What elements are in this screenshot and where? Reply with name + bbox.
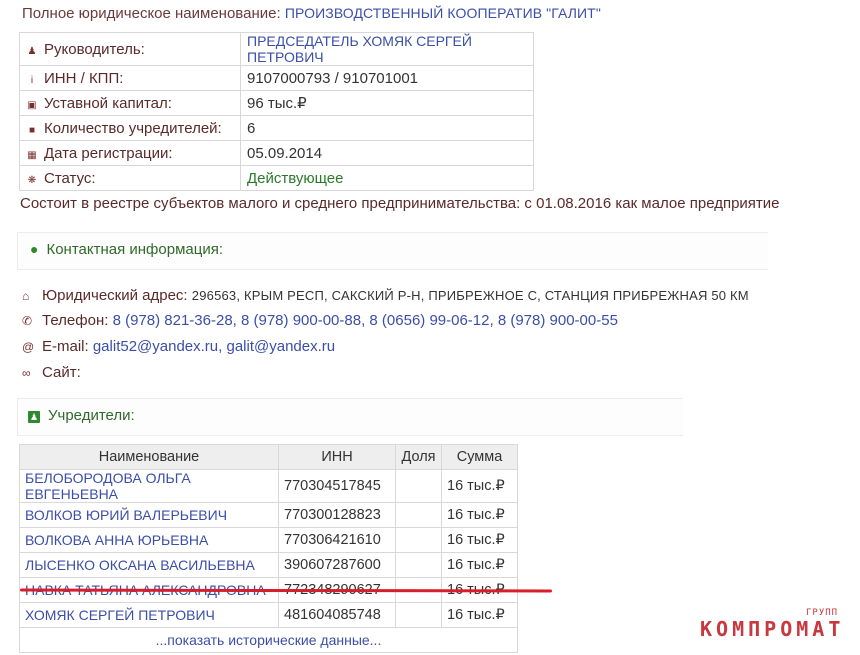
info-label: Уставной капитал: bbox=[44, 94, 172, 112]
founders-icon: ■ bbox=[28, 124, 36, 136]
map-marker-icon: ● bbox=[30, 241, 39, 257]
phone-line: ✆ Телефон: 8 (978) 821-36-28, 8 (978) 900… bbox=[22, 312, 618, 329]
home-icon: ⌂ bbox=[22, 289, 30, 303]
phone-numbers[interactable]: 8 (978) 821-36-28, 8 (978) 900-00-88, 8 … bbox=[113, 312, 618, 329]
founders-title: Учредители: bbox=[48, 407, 135, 424]
contact-info-panel: ● Контактная информация: bbox=[17, 232, 768, 270]
info-row-registration-date: ▦ Дата регистрации: 05.09.2014 bbox=[19, 140, 534, 166]
column-header-sum: Сумма bbox=[441, 444, 518, 470]
founder-share bbox=[395, 602, 442, 628]
website-label: Сайт: bbox=[42, 364, 81, 381]
status-icon: ❋ bbox=[27, 174, 37, 186]
info-icon: i bbox=[30, 74, 34, 86]
full-name-line: Полное юридическое наименование: ПРОИЗВО… bbox=[22, 5, 601, 22]
table-row: ЛЫСЕНКО ОКСАНА ВАСИЛЬЕВНА 390607287600 1… bbox=[19, 552, 518, 578]
full-name-label: Полное юридическое наименование: bbox=[22, 5, 281, 22]
founder-share bbox=[395, 469, 442, 503]
founder-sum: 16 тыс.₽ bbox=[441, 552, 518, 578]
phone-label: Телефон: bbox=[42, 312, 109, 329]
info-row-status: ❋ Статус: Действующее bbox=[19, 165, 534, 191]
website-line: ∞ Сайт: bbox=[22, 364, 81, 381]
info-row-director: ♟ Руководитель: ПРЕДСЕДАТЕЛЬ ХОМЯК СЕРГЕЙ… bbox=[19, 32, 534, 66]
founder-inn: 481604085748 bbox=[278, 602, 396, 628]
founder-name-link[interactable]: ВОЛКОВА АННА ЮРЬЕВНА bbox=[19, 527, 279, 553]
full-name-value: ПРОИЗВОДСТВЕННЫЙ КООПЕРАТИВ "ГАЛИТ" bbox=[284, 5, 601, 21]
founder-inn: 390607287600 bbox=[278, 552, 396, 578]
info-label: Руководитель: bbox=[44, 40, 145, 58]
founder-inn: 770304517845 bbox=[278, 469, 396, 503]
table-row: ВОЛКОВ ЮРИЙ ВАЛЕРЬЕВИЧ 770300128823 16 т… bbox=[19, 502, 518, 528]
contact-info-title: Контактная информация: bbox=[46, 241, 223, 258]
founder-inn: 770300128823 bbox=[278, 502, 396, 528]
address-label: Юридический адрес: bbox=[42, 287, 188, 304]
founder-inn: 770306421610 bbox=[278, 527, 396, 553]
founder-sum: 16 тыс.₽ bbox=[441, 502, 518, 528]
at-icon: @ bbox=[22, 340, 35, 354]
info-row-inn: i ИНН / КПП: 9107000793 / 910701001 bbox=[19, 65, 534, 91]
email-label: E-mail: bbox=[42, 338, 89, 355]
info-row-founders-count: ■ Количество учредителей: 6 bbox=[19, 115, 534, 141]
founder-name-link[interactable]: ВОЛКОВ ЮРИЙ ВАЛЕРЬЕВИЧ bbox=[19, 502, 279, 528]
founders-panel: ♟ Учредители: bbox=[17, 398, 683, 436]
founder-share bbox=[395, 552, 442, 578]
sme-registry-note: Состоит в реестре субъектов малого и сре… bbox=[20, 195, 780, 212]
info-label: Количество учредителей: bbox=[44, 119, 222, 137]
email-line: @ E-mail: galit52@yandex.ru, galit@yandex… bbox=[22, 338, 335, 355]
table-header-row: Наименование ИНН Доля Сумма bbox=[19, 444, 518, 470]
founder-share bbox=[395, 502, 442, 528]
address-value: 296563, КРЫМ РЕСП, САКСКИЙ Р-Н, ПРИБРЕЖН… bbox=[191, 288, 749, 303]
info-value: 96 тыс.₽ bbox=[240, 90, 534, 116]
founder-share bbox=[395, 527, 442, 553]
column-header-inn: ИНН bbox=[278, 444, 396, 470]
info-value: 6 bbox=[240, 115, 534, 141]
link-icon: ∞ bbox=[22, 366, 31, 380]
founder-sum: 16 тыс.₽ bbox=[441, 602, 518, 628]
info-value: 05.09.2014 bbox=[240, 140, 534, 166]
info-label: Дата регистрации: bbox=[44, 144, 173, 162]
table-row: ...показать исторические данные... bbox=[19, 627, 518, 653]
company-info-table: ♟ Руководитель: ПРЕДСЕДАТЕЛЬ ХОМЯК СЕРГЕЙ… bbox=[19, 32, 534, 191]
info-row-capital: ▣ Уставной капитал: 96 тыс.₽ bbox=[19, 90, 534, 116]
founder-name-link[interactable]: ЛЫСЕНКО ОКСАНА ВАСИЛЬЕВНА bbox=[19, 552, 279, 578]
info-value: 9107000793 / 910701001 bbox=[240, 65, 534, 91]
column-header-name: Наименование bbox=[19, 444, 279, 470]
table-row: БЕЛОБОРОДОВА ОЛЬГА ЕВГЕНЬЕВНА 7703045178… bbox=[19, 469, 518, 503]
id-card-icon: ♟ bbox=[28, 411, 40, 423]
show-history-link[interactable]: ...показать исторические данные... bbox=[19, 627, 518, 653]
calendar-icon: ▦ bbox=[27, 149, 37, 161]
money-icon: ▣ bbox=[27, 99, 37, 111]
column-header-share: Доля bbox=[395, 444, 442, 470]
status-value: Действующее bbox=[240, 165, 534, 191]
founder-sum: 16 тыс.₽ bbox=[441, 469, 518, 503]
director-link[interactable]: ПРЕДСЕДАТЕЛЬ ХОМЯК СЕРГЕЙ ПЕТРОВИЧ bbox=[240, 32, 534, 66]
legal-address-line: ⌂ Юридический адрес: 296563, КРЫМ РЕСП, С… bbox=[22, 287, 749, 304]
founders-table: Наименование ИНН Доля Сумма БЕЛОБОРОДОВА… bbox=[19, 444, 518, 653]
founder-name-link[interactable]: ХОМЯК СЕРГЕЙ ПЕТРОВИЧ bbox=[19, 602, 279, 628]
info-label: ИНН / КПП: bbox=[44, 69, 124, 87]
founder-sum: 16 тыс.₽ bbox=[441, 527, 518, 553]
watermark-logo-text: КОМПРОМАТ bbox=[700, 617, 845, 641]
email-addresses[interactable]: galit52@yandex.ru, galit@yandex.ru bbox=[93, 338, 335, 355]
person-icon: ♟ bbox=[27, 45, 37, 57]
founder-name-link[interactable]: БЕЛОБОРОДОВА ОЛЬГА ЕВГЕНЬЕВНА bbox=[19, 469, 279, 503]
phone-icon: ✆ bbox=[22, 314, 33, 328]
table-row: ХОМЯК СЕРГЕЙ ПЕТРОВИЧ 481604085748 16 ты… bbox=[19, 602, 518, 628]
info-label: Статус: bbox=[44, 169, 96, 187]
table-row: ВОЛКОВА АННА ЮРЬЕВНА 770306421610 16 тыс… bbox=[19, 527, 518, 553]
